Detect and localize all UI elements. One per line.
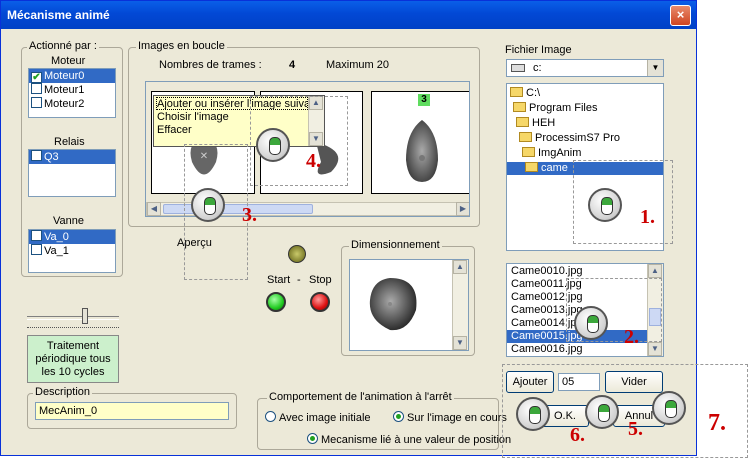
drive-icon [511, 64, 525, 72]
radio-mecanisme[interactable]: Mecanisme lié à une valeur de position [307, 433, 511, 446]
boucle-title: Images en boucle [136, 40, 227, 52]
radio-sur-image[interactable]: Sur l'image en cours [393, 411, 507, 424]
description-title: Description [33, 386, 93, 398]
moteur-item[interactable]: ✔ Moteur0 [29, 69, 115, 83]
scroll-up-icon[interactable]: ▲ [453, 260, 467, 274]
moteur-item[interactable]: Moteur1 [29, 83, 115, 97]
scroll-left-icon[interactable]: ◀ [147, 202, 161, 216]
tree-item[interactable]: ImgAnim [522, 147, 581, 160]
mouse-click-icon [191, 188, 225, 222]
mouse-click-icon [585, 395, 619, 429]
drive-value: c: [533, 62, 542, 74]
step-number-4: 4. [306, 150, 321, 172]
mouse-click-icon [516, 397, 550, 431]
open-folder-icon [519, 132, 532, 142]
window-title: Mécanisme animé [7, 8, 110, 22]
step-number-5: 5. [628, 418, 643, 440]
scroll-down-icon[interactable]: ▼ [648, 342, 662, 356]
tree-item[interactable]: Program Files [513, 102, 597, 115]
tree-item[interactable]: C:\ [510, 87, 540, 100]
drive-select[interactable]: c: ▼ [506, 59, 664, 77]
close-button[interactable]: × [670, 5, 691, 26]
mouse-click-icon [652, 391, 686, 425]
cam-image-3 [406, 120, 438, 182]
scroll-down-icon[interactable]: ▼ [453, 336, 467, 350]
nb-trames-label: Nombres de trames : [159, 59, 262, 71]
vanne-list[interactable]: Va_0 Va_1 [28, 229, 116, 273]
frame-3[interactable]: 3 [371, 91, 469, 194]
mouse-click-icon [574, 306, 608, 340]
mouse-click-icon [588, 188, 622, 222]
cycle-slider-thumb[interactable] [82, 308, 88, 324]
checkbox-icon[interactable] [31, 83, 42, 94]
step-number-1: 1. [640, 206, 655, 228]
checkbox-icon[interactable] [31, 230, 42, 241]
checkbox-icon[interactable] [31, 150, 42, 161]
stop-button[interactable] [310, 292, 330, 312]
checkbox-icon[interactable] [31, 244, 42, 255]
tree-item[interactable]: HEH [516, 117, 555, 130]
step-number-3: 3. [242, 204, 257, 226]
scroll-up-icon[interactable]: ▲ [648, 264, 662, 278]
moteur-label: Moteur [51, 55, 86, 67]
open-folder-icon [522, 147, 535, 157]
checkbox-checked-icon[interactable]: ✔ [31, 72, 42, 83]
relais-list[interactable]: Q3 [28, 149, 116, 197]
open-folder-icon [513, 102, 526, 112]
open-folder-icon [510, 87, 523, 97]
slider-ticks [27, 327, 119, 330]
checkbox-icon[interactable] [31, 97, 42, 108]
start-button[interactable] [266, 292, 286, 312]
vanne-item[interactable]: Va_0 [29, 230, 115, 244]
relais-label: Relais [54, 136, 85, 148]
mouse-click-icon [256, 128, 290, 162]
title-bar[interactable]: Mécanisme animé [1, 1, 696, 29]
close-icon: × [676, 7, 685, 22]
scroll-right-icon[interactable]: ▶ [456, 202, 469, 216]
stop-label: Stop [309, 274, 332, 286]
fichier-title: Fichier Image [505, 44, 572, 56]
dimension-title: Dimensionnement [349, 239, 442, 251]
file-item[interactable]: Came0010.jpg [507, 265, 647, 278]
vanne-label: Vanne [53, 215, 84, 227]
menu-item-effacer[interactable]: Effacer [157, 124, 192, 137]
moteur-list[interactable]: ✔ Moteur0 Moteur1 Moteur2 [28, 68, 116, 118]
dimension-canvas[interactable]: ▲ ▼ [349, 259, 469, 351]
step-number-7: 7. [708, 410, 726, 436]
traitement-label: Traitement périodique tous les 10 cycles [27, 335, 119, 383]
radio-avec-image[interactable]: Avec image initiale [265, 411, 371, 424]
tree-item[interactable]: ProcessimS7 Pro [519, 132, 620, 145]
open-folder-icon [516, 117, 529, 127]
cycle-slider-track[interactable] [27, 316, 119, 320]
vanne-item[interactable]: Va_1 [29, 244, 115, 258]
radio-selected-icon[interactable] [307, 433, 318, 444]
start-label: Start [267, 274, 291, 286]
actionne-title: Actionné par : [27, 40, 99, 52]
radio-selected-icon[interactable] [393, 411, 404, 422]
dimension-vscroll[interactable]: ▲ ▼ [452, 260, 468, 350]
comportement-title: Comportement de l'animation à l'arrêt [267, 391, 454, 403]
cam-image-dimension [369, 278, 417, 331]
radio-icon[interactable] [265, 411, 276, 422]
chevron-down-icon[interactable]: ▼ [647, 60, 663, 76]
step-number-6: 6. [570, 424, 585, 446]
nb-trames-value: 4 [289, 59, 296, 71]
menu-item-choisir[interactable]: Choisir l'image [157, 111, 229, 124]
moteur-item[interactable]: Moteur2 [29, 97, 115, 111]
frame-3-badge: 3 [418, 94, 430, 106]
max-label: Maximum 20 [326, 59, 389, 71]
dash-label: - [297, 274, 301, 286]
open-folder-icon [525, 162, 538, 172]
relais-item[interactable]: Q3 [29, 150, 115, 164]
step-number-2: 2. [624, 326, 639, 348]
apercu-knob-icon[interactable] [288, 245, 306, 263]
description-input[interactable]: MecAnim_0 [35, 402, 229, 420]
